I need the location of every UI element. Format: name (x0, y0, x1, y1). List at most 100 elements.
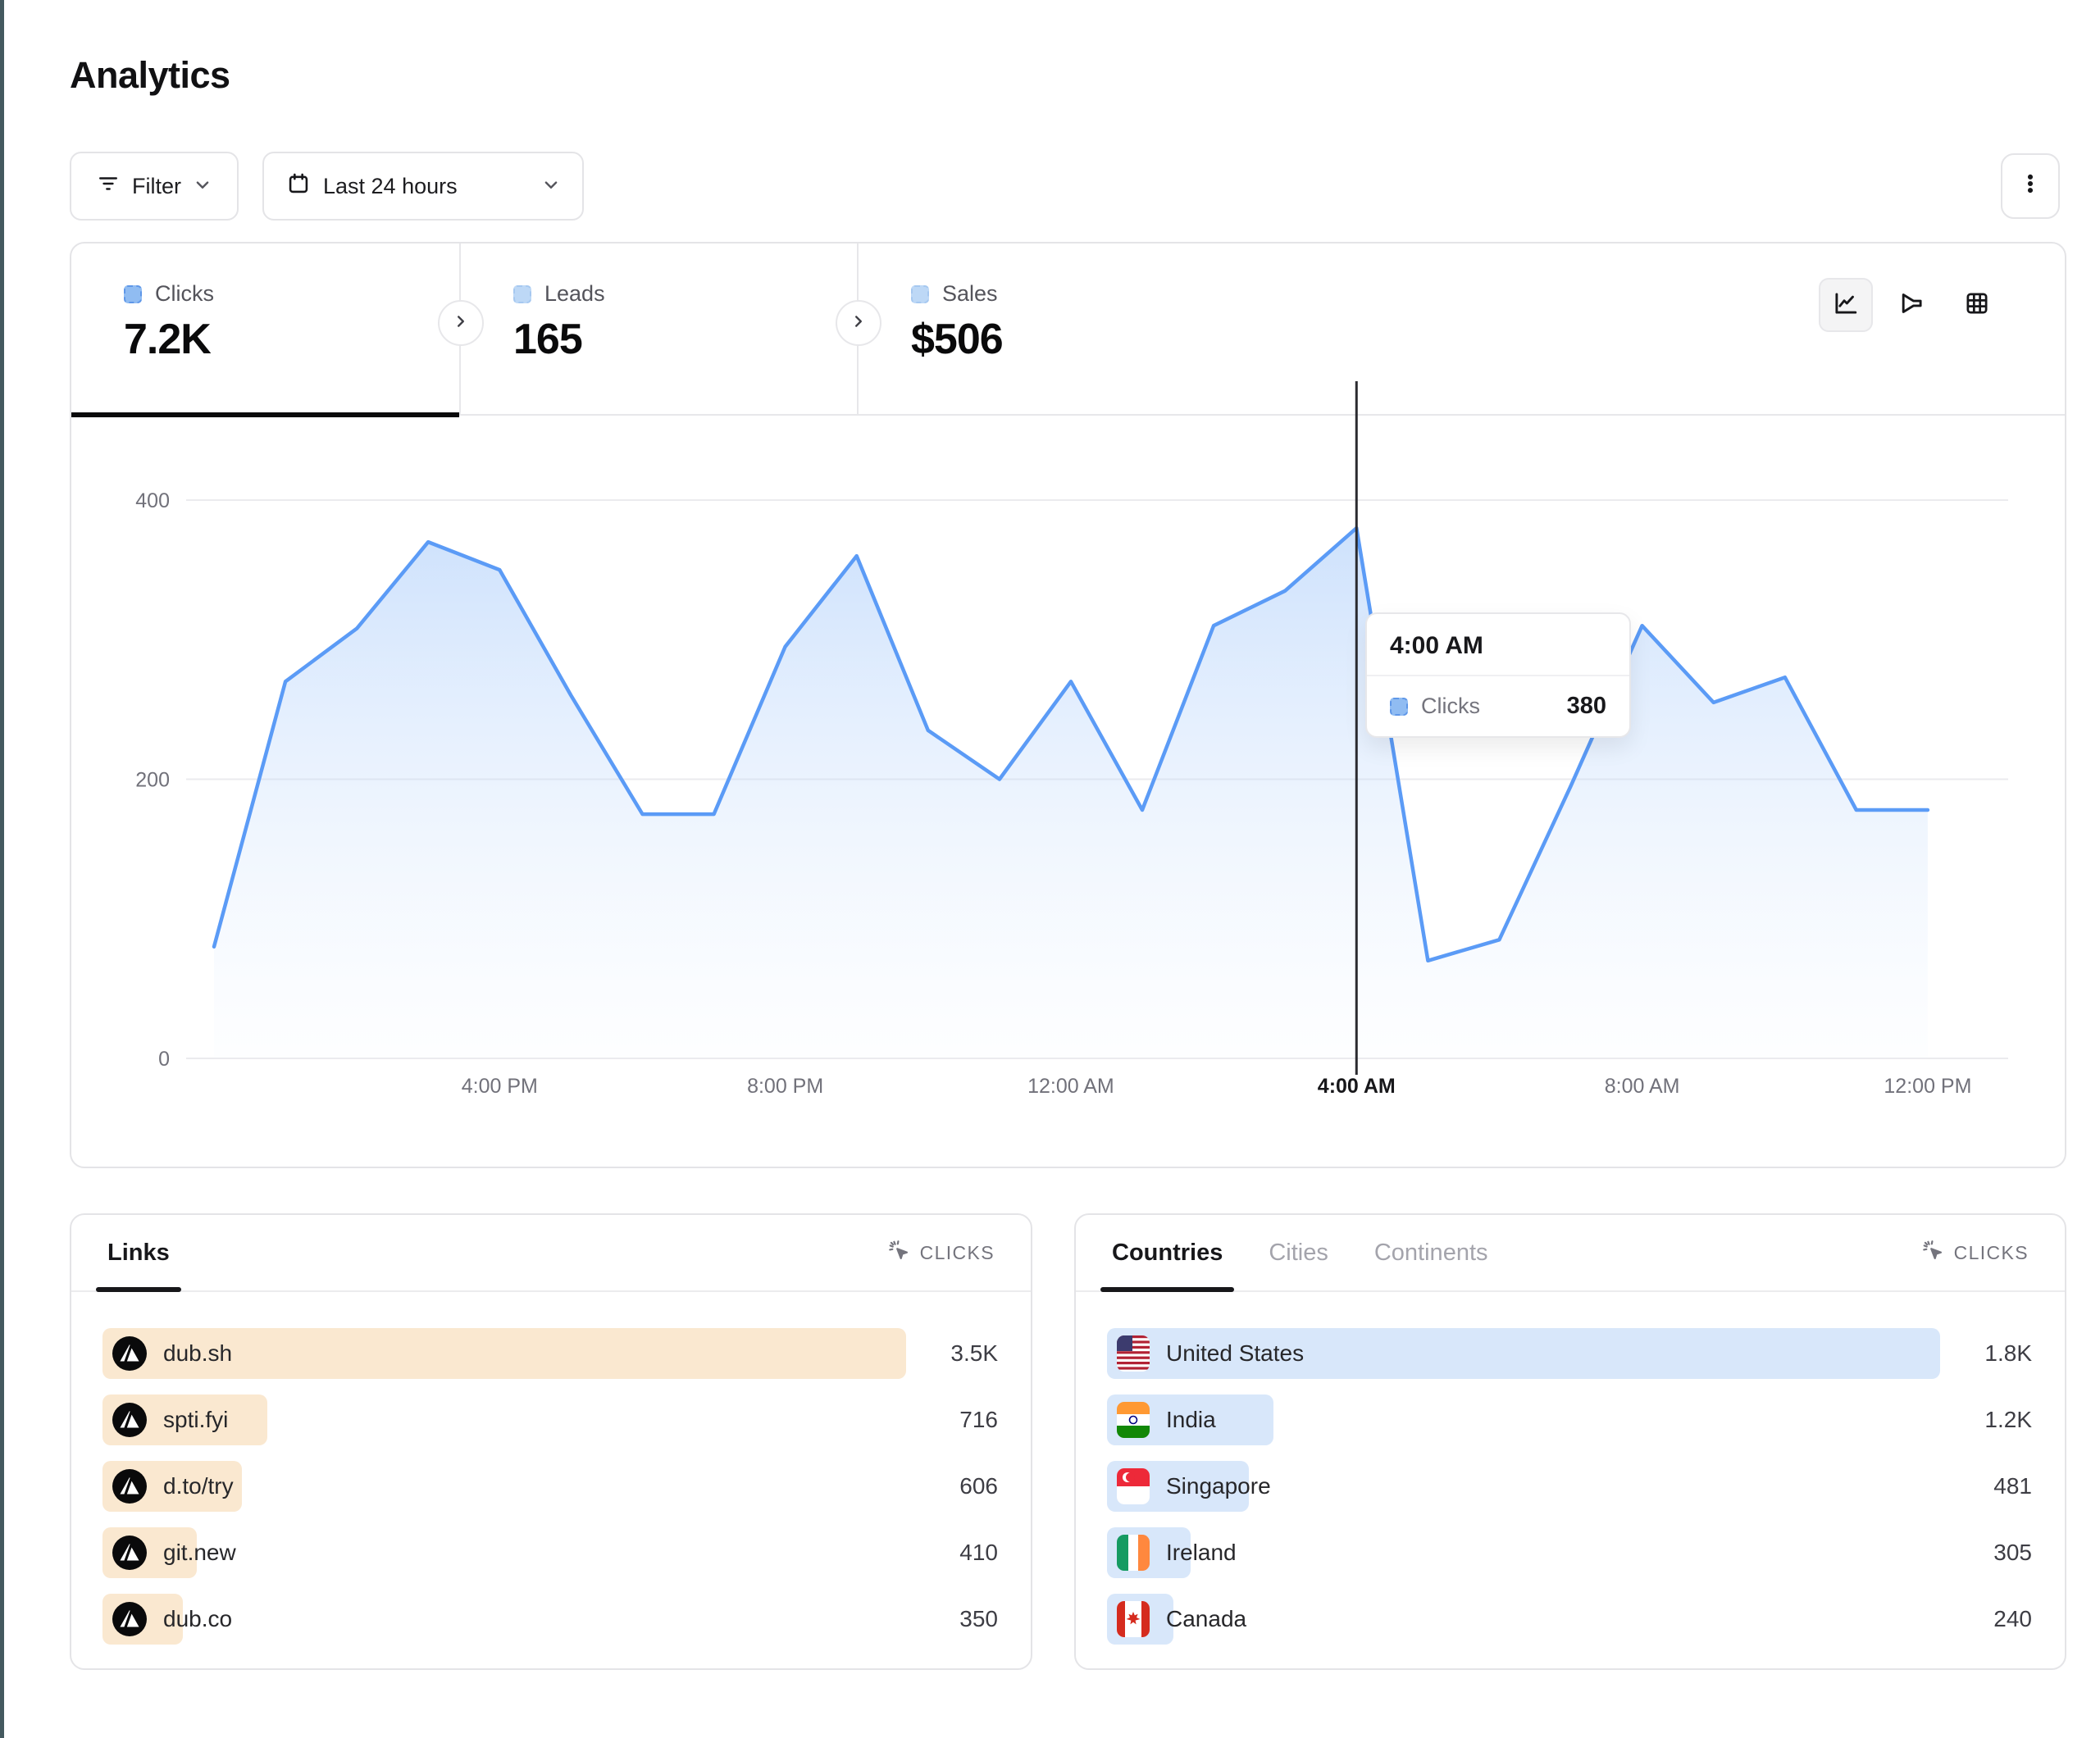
dub-logo-icon (112, 1403, 147, 1437)
dub-logo-icon (112, 1336, 147, 1371)
filter-button[interactable]: Filter (70, 152, 239, 221)
country-row[interactable]: Canada240 (1107, 1594, 2032, 1645)
chevron-right-icon (453, 313, 469, 334)
row-label: India (1166, 1407, 1216, 1433)
countries-metric-selector[interactable]: CLICKS (1921, 1239, 2029, 1267)
chevron-down-icon (543, 174, 559, 199)
svg-text:0: 0 (158, 1048, 170, 1071)
tooltip-series-label: Clicks (1421, 694, 1554, 719)
more-menu-button[interactable] (2001, 153, 2060, 219)
table-view-button[interactable] (1950, 278, 2004, 332)
links-panel-header: Links CLICKS (71, 1215, 1031, 1292)
ie-flag-icon (1117, 1535, 1150, 1571)
countries-tab-label: Countries (1112, 1240, 1223, 1267)
row-label: Ireland (1166, 1540, 1237, 1566)
kebab-menu-icon (2019, 172, 2042, 201)
funnel-icon (1897, 289, 1925, 321)
row-bar-track: Canada (1107, 1594, 1940, 1645)
table-grid-icon (1963, 289, 1991, 321)
sales-value: $506 (911, 315, 1256, 364)
svg-text:400: 400 (135, 489, 170, 512)
country-row[interactable]: Singapore 481 (1107, 1461, 2032, 1512)
row-label: git.new (163, 1540, 236, 1566)
link-row[interactable]: git.new 410 (102, 1527, 998, 1578)
country-row[interactable]: India1.2K (1107, 1394, 2032, 1445)
links-tab-label: Links (107, 1240, 170, 1267)
row-bar-track: d.to/try (102, 1461, 906, 1512)
dub-logo-icon (112, 1536, 147, 1570)
link-row[interactable]: dub.sh3.5K (102, 1328, 998, 1379)
tab-leads[interactable]: Leads 165 (461, 243, 859, 416)
analytics-chart-card: Clicks 7.2K Leads 165 Sales $506 (70, 242, 2066, 1168)
links-panel: Links CLICKS dub.sh3.5Kspti.fyi716d (70, 1213, 1032, 1670)
row-bar-track: spti.fyi (102, 1394, 906, 1445)
row-value: 606 (916, 1473, 998, 1499)
links-list: dub.sh3.5K spti.fyi 716 d.to/try 606 git.new 4… (71, 1292, 1031, 1645)
date-range-label: Last 24 hours (323, 174, 530, 199)
expand-sales-button[interactable] (836, 300, 881, 346)
row-value: 410 (916, 1540, 998, 1566)
line-chart-view-button[interactable] (1819, 278, 1873, 332)
countries-panel: Countries Cities Continents (1074, 1213, 2066, 1670)
tab-sales[interactable]: Sales $506 (859, 243, 1256, 416)
toolbar: Filter Last 24 hours (70, 152, 2066, 221)
row-bar-track: United States (1107, 1328, 1940, 1379)
row-value: 481 (1950, 1473, 2032, 1499)
filter-lines-icon (98, 173, 119, 200)
tab-countries[interactable]: Countries (1112, 1215, 1223, 1290)
cursor-click-icon (1921, 1239, 1944, 1267)
date-range-button[interactable]: Last 24 hours (262, 152, 584, 221)
tooltip-time: 4:00 AM (1367, 614, 1629, 676)
countries-panel-header: Countries Cities Continents (1076, 1215, 2065, 1292)
stats-tabs-row: Clicks 7.2K Leads 165 Sales $506 (71, 243, 2065, 416)
row-label: dub.sh (163, 1340, 232, 1367)
tab-continents[interactable]: Continents (1374, 1215, 1488, 1290)
link-row[interactable]: dub.co350 (102, 1594, 998, 1645)
row-bar-track: git.new (102, 1527, 906, 1578)
countries-metric-label: CLICKS (1954, 1242, 2029, 1264)
row-label: d.to/try (163, 1473, 234, 1499)
links-metric-label: CLICKS (920, 1242, 995, 1264)
countries-list: United States 1.8K India1.2K Singapore 481 Ir… (1076, 1292, 2065, 1645)
row-label: dub.co (163, 1606, 232, 1632)
calendar-icon (287, 172, 310, 201)
row-value: 1.8K (1950, 1340, 2032, 1367)
row-value: 716 (916, 1407, 998, 1433)
tab-clicks[interactable]: Clicks 7.2K (71, 243, 461, 416)
leads-legend-swatch (513, 285, 531, 303)
links-metric-selector[interactable]: CLICKS (887, 1239, 995, 1267)
sales-legend-swatch (911, 285, 929, 303)
row-bar-track: Singapore (1107, 1461, 1940, 1512)
tab-cities[interactable]: Cities (1269, 1215, 1328, 1290)
analytics-page: Analytics Filter Last 24 hou (0, 0, 2100, 1738)
funnel-view-button[interactable] (1884, 278, 1938, 332)
row-bar-track: dub.sh (102, 1328, 906, 1379)
svg-text:200: 200 (135, 769, 170, 792)
country-row[interactable]: United States 1.8K (1107, 1328, 2032, 1379)
row-label: Singapore (1166, 1473, 1271, 1499)
cities-tab-label: Cities (1269, 1240, 1328, 1267)
continents-tab-label: Continents (1374, 1240, 1488, 1267)
country-row[interactable]: Ireland 305 (1107, 1527, 2032, 1578)
leads-label: Leads (544, 281, 605, 307)
chart-hover-area[interactable] (186, 440, 2008, 1145)
link-row[interactable]: d.to/try 606 (102, 1461, 998, 1512)
row-value: 305 (1950, 1540, 2032, 1566)
chevron-down-icon (194, 174, 211, 199)
tooltip-series-value: 380 (1567, 693, 1606, 720)
us-flag-icon (1117, 1335, 1150, 1372)
leads-value: 165 (513, 315, 857, 364)
in-flag-icon (1117, 1402, 1150, 1438)
row-bar-track: India (1107, 1394, 1940, 1445)
tab-links[interactable]: Links (107, 1215, 170, 1290)
line-chart-icon (1832, 289, 1860, 321)
filter-button-label: Filter (132, 174, 181, 199)
link-row[interactable]: spti.fyi 716 (102, 1394, 998, 1445)
sg-flag-icon (1117, 1468, 1150, 1504)
row-label: United States (1166, 1340, 1304, 1367)
row-label: Canada (1166, 1606, 1246, 1632)
sales-label: Sales (942, 281, 998, 307)
chevron-right-icon (850, 313, 867, 334)
expand-leads-button[interactable] (438, 300, 484, 346)
row-label: spti.fyi (163, 1407, 228, 1433)
